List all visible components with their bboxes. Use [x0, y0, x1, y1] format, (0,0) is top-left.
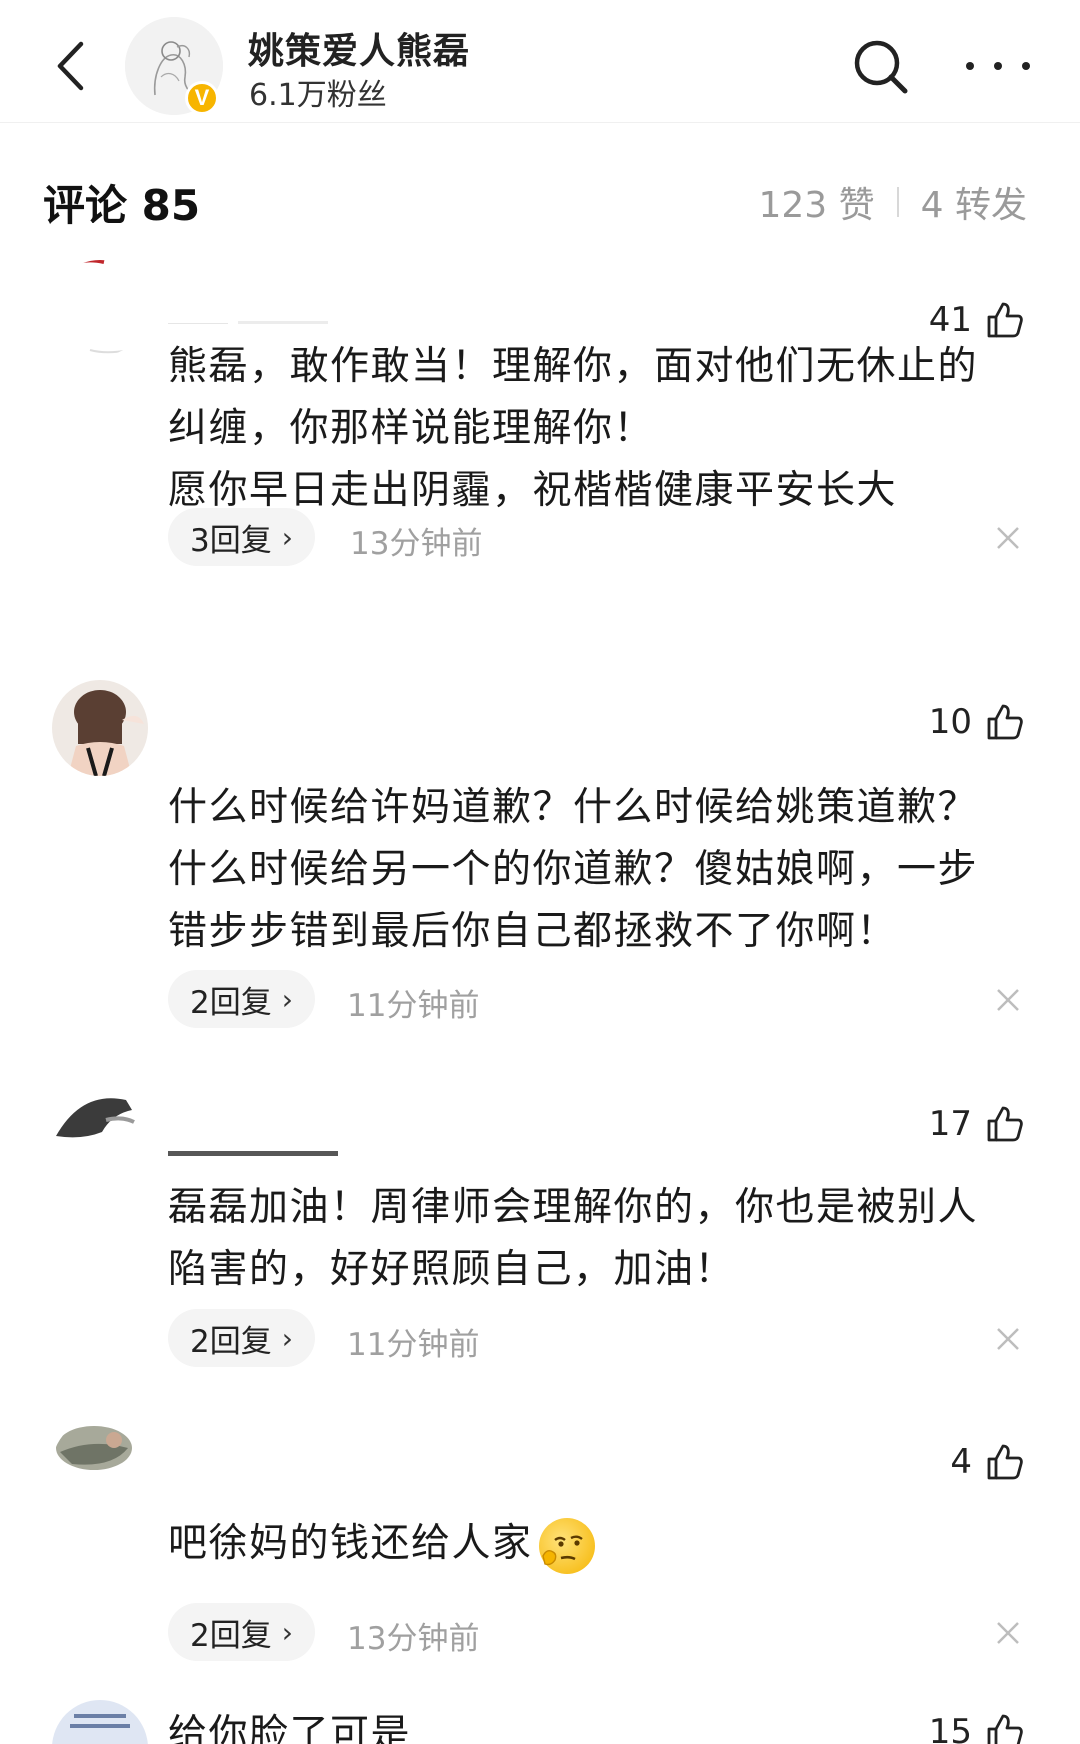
commenter-username[interactable] — [168, 1136, 348, 1156]
blurred-username — [168, 1151, 338, 1156]
like-button[interactable]: 17 — [929, 1104, 1024, 1144]
comment-line: 错步步错到最后你自己都拯救不了你啊！ — [168, 909, 898, 954]
like-count: 15 — [928, 1712, 972, 1744]
thumbs-up-icon — [987, 1106, 1023, 1142]
close-icon — [997, 1328, 1019, 1350]
thumbs-up-icon — [987, 1444, 1023, 1480]
like-count: 4 — [950, 1442, 972, 1482]
stats-divider — [896, 187, 899, 217]
replies-count: 3回复 — [190, 522, 272, 559]
replies-count: 2回复 — [190, 984, 272, 1021]
profile-avatar[interactable]: V — [125, 17, 223, 115]
replies-button[interactable]: 2回复 › — [168, 970, 315, 1028]
comment-item: 17 磊磊加油！周律师会理解你的，你也是被别人 陷害的，好好照顾自己，加油！ 2… — [0, 1080, 1080, 1380]
comment-line: 陷害的，好好照顾自己，加油！ — [168, 1247, 736, 1292]
comment-text: 什么时候给许妈道歉？什么时候给姚策道歉？ 什么时候给另一个的你道歉？傻姑娘啊，一… — [168, 777, 1028, 963]
replies-button[interactable]: 3回复 › — [168, 508, 315, 566]
search-button[interactable] — [850, 36, 912, 98]
search-icon — [854, 40, 908, 94]
thinking-face-emoji-icon — [538, 1517, 595, 1574]
fans-count: 6.1万粉丝 — [249, 78, 387, 113]
comment-text: 吧徐妈的钱还给人家 — [168, 1513, 1028, 1575]
comments-count-tab[interactable]: 评论 85 — [43, 172, 200, 233]
dot-icon — [966, 62, 974, 70]
thumbs-up-icon — [987, 704, 1023, 740]
commenter-username[interactable] — [168, 304, 338, 324]
comment-line: 纠缠，你那样说能理解你！ — [168, 406, 655, 451]
verified-badge-icon: V — [185, 81, 219, 115]
like-count: 17 — [928, 1104, 972, 1144]
dismiss-button[interactable] — [994, 1619, 1022, 1647]
avatar-image — [52, 1700, 148, 1744]
comment-time: 13分钟前 — [350, 526, 483, 562]
comment-line: 什么时候给许妈道歉？什么时候给姚策道歉？ — [168, 785, 979, 830]
replies-button[interactable]: 2回复 › — [168, 1309, 315, 1367]
like-button[interactable]: 41 — [929, 300, 1024, 340]
like-count: 10 — [928, 702, 972, 742]
like-button[interactable]: 15 — [929, 1712, 1024, 1744]
commenter-avatar[interactable] — [52, 260, 148, 356]
chevron-right-icon: › — [281, 982, 293, 1016]
dot-icon — [1022, 62, 1030, 70]
profile-name[interactable]: 姚策爱人熊磊 — [248, 22, 470, 74]
commenter-avatar[interactable] — [52, 1418, 148, 1514]
replies-button[interactable]: 2回复 › — [168, 1603, 315, 1661]
comment-time: 13分钟前 — [347, 1621, 480, 1657]
dismiss-button[interactable] — [994, 986, 1022, 1014]
avatar-image — [52, 1418, 148, 1514]
dismiss-button[interactable] — [994, 524, 1022, 552]
comment-line: 什么时候给另一个的你道歉？傻姑娘啊，一步 — [168, 847, 979, 892]
reposts-count-tab[interactable]: 4 转发 — [921, 176, 1027, 228]
chevron-right-icon: › — [281, 1615, 293, 1649]
avatar-image — [52, 260, 148, 356]
blurred-username — [168, 321, 328, 324]
replies-count: 2回复 — [190, 1617, 272, 1654]
avatar-image — [52, 680, 148, 776]
comment-text: 熊磊，敢作敢当！理解你，面对他们无休止的 纠缠，你那样说能理解你！ 愿你早日走出… — [168, 336, 1028, 522]
commenter-avatar[interactable] — [52, 680, 148, 776]
chevron-right-icon: › — [281, 1321, 293, 1355]
comment-item: 4 吧徐妈的钱还给人家 2回复 › 13分钟前 — [0, 1418, 1080, 1668]
thumbs-up-icon — [987, 1714, 1023, 1744]
comment-time: 11分钟前 — [347, 1327, 480, 1363]
back-button[interactable] — [40, 28, 100, 104]
comment-item: 10 什么时候给许妈道歉？什么时候给姚策道歉？ 什么时候给另一个的你道歉？傻姑娘… — [0, 680, 1080, 1040]
comment-text: 给你脸了可是 — [168, 1704, 1028, 1744]
commenter-avatar[interactable] — [52, 1700, 148, 1744]
avatar-image — [52, 1080, 148, 1176]
chevron-right-icon: › — [281, 520, 293, 554]
like-button[interactable]: 4 — [950, 1442, 1024, 1482]
chevron-left-icon — [57, 41, 84, 91]
dismiss-button[interactable] — [994, 1325, 1022, 1353]
top-nav-bar: V 姚策爱人熊磊 6.1万粉丝 — [0, 0, 1080, 123]
dot-icon — [994, 62, 1002, 70]
comment-line: 熊磊，敢作敢当！理解你，面对他们无休止的 — [168, 344, 979, 389]
comment-line: 磊磊加油！周律师会理解你的，你也是被别人 — [168, 1185, 979, 1230]
likes-count-tab[interactable]: 123 赞 — [758, 176, 874, 228]
close-icon — [997, 527, 1019, 549]
more-options-button[interactable] — [966, 44, 1030, 88]
comment-line: 吧徐妈的钱还给人家 — [168, 1513, 1028, 1575]
comment-time: 11分钟前 — [347, 988, 480, 1024]
close-icon — [997, 1622, 1019, 1644]
stats-right: 123 赞 4 转发 — [758, 176, 1027, 228]
comment-line: 给你脸了可是 — [168, 1712, 412, 1744]
comment-item: 给你脸了可是 15 — [0, 1700, 1080, 1744]
like-count: 41 — [928, 300, 972, 340]
replies-count: 2回复 — [190, 1323, 272, 1360]
post-stats-bar: 评论 85 123 赞 4 转发 — [0, 162, 1080, 232]
close-icon — [997, 989, 1019, 1011]
commenter-avatar[interactable] — [52, 1080, 148, 1176]
thumbs-up-icon — [987, 302, 1023, 338]
comment-line-text: 吧徐妈的钱还给人家 — [168, 1521, 533, 1566]
comment-item: 41 熊磊，敢作敢当！理解你，面对他们无休止的 纠缠，你那样说能理解你！ 愿你早… — [0, 260, 1080, 640]
comment-text: 磊磊加油！周律师会理解你的，你也是被别人 陷害的，好好照顾自己，加油！ — [168, 1177, 1028, 1301]
like-button[interactable]: 10 — [929, 702, 1024, 742]
